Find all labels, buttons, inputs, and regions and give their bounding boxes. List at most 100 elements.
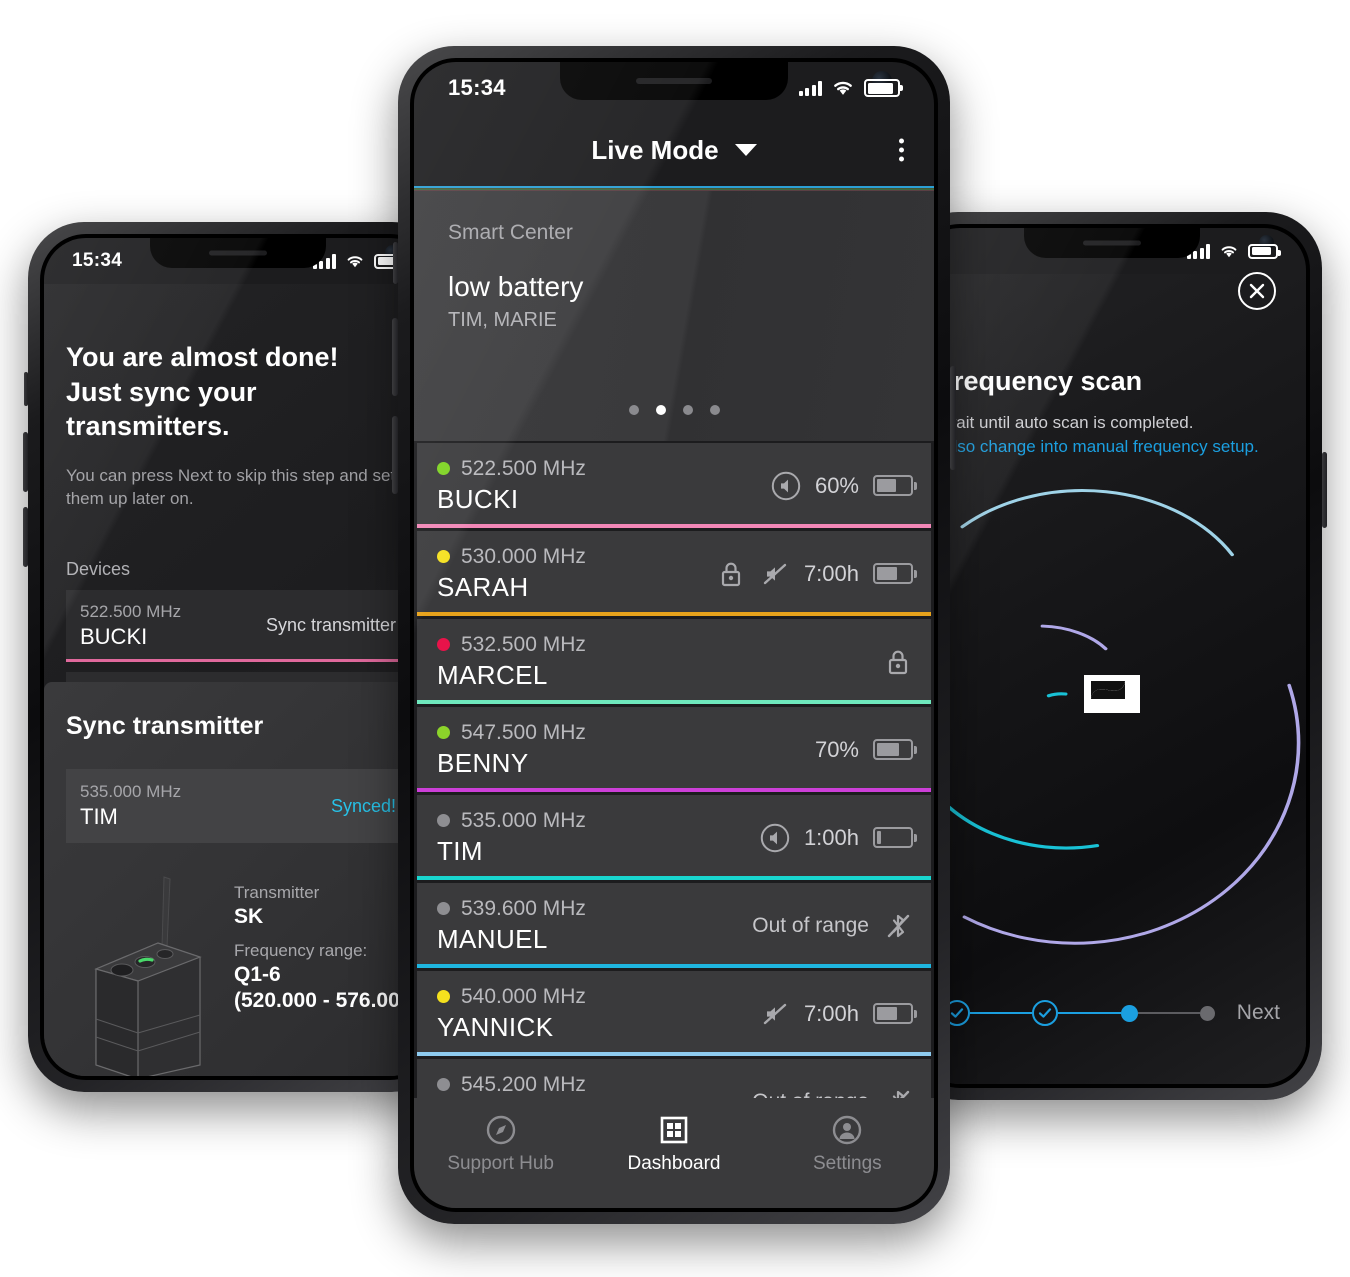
left-heading-line1: You are almost done!	[66, 342, 339, 372]
device-frequency-line: 545.200 MHz	[437, 1073, 752, 1097]
bluetooth-off-icon[interactable]	[883, 911, 913, 941]
left-heading-line2: Just sync your transmitters.	[66, 376, 257, 442]
status-dot-icon	[437, 902, 450, 915]
sheet-synced-label: Synced!	[330, 795, 396, 816]
device-row[interactable]: 539.600 MHz MANUEL Out of range	[417, 883, 931, 968]
device-identity: 539.600 MHz MANUEL	[437, 897, 752, 955]
next-button[interactable]: Next	[1237, 1001, 1280, 1025]
device-row[interactable]: 535.000 MHz TIM 1:00h	[417, 795, 931, 880]
status-dot-icon	[437, 638, 450, 651]
device-row[interactable]: 532.500 MHz MARCEL	[417, 619, 931, 704]
sennheiser-logo	[1084, 675, 1140, 713]
device-name: YANNICK	[437, 1011, 554, 1042]
device-frequency: 545.200 MHz	[461, 1072, 586, 1096]
page-dot-active[interactable]	[655, 405, 666, 415]
device-row[interactable]: 522.500 MHz BUCKI 60%	[417, 443, 931, 528]
mute-icon[interactable]	[760, 999, 790, 1029]
device-status-group: 1:00h	[760, 823, 917, 853]
battery-icon	[873, 475, 917, 496]
lock-icon[interactable]	[716, 559, 746, 589]
tab-support-hub[interactable]: Support Hub	[414, 1114, 587, 1175]
left-device-row-0[interactable]: 522.500 MHz BUCKI Sync transmitter	[66, 589, 410, 662]
device-identity: 532.500 MHz MARCEL	[437, 633, 883, 691]
left-device-name: BUCKI	[80, 623, 148, 649]
volume-icon[interactable]	[760, 823, 790, 853]
device-frequency-line: 522.500 MHz	[437, 457, 771, 481]
device-row[interactable]: 545.200 MHzANDREOut of range	[417, 1059, 931, 1098]
left-status-time: 15:34	[72, 250, 123, 271]
step-pending-4[interactable]	[1199, 1005, 1215, 1021]
device-identity: 535.000 MHz TIM	[437, 809, 760, 867]
right-heading: frequency scan	[944, 366, 1143, 396]
device-status-group: 7:00h	[760, 999, 917, 1029]
center-status-time: 15:34	[448, 75, 506, 100]
battery-level-text: 70%	[814, 736, 859, 762]
center-phone-volume-up	[392, 318, 398, 396]
battery-icon	[873, 827, 917, 848]
device-accent-bar	[417, 964, 931, 968]
smart-center-card[interactable]: Smart Center low battery TIM, MARIE	[414, 191, 934, 441]
left-phone-screen: You are almost done! Just sync your tran…	[44, 284, 432, 1076]
battery-icon	[1248, 243, 1281, 259]
device-frequency-line: 530.000 MHz	[437, 545, 716, 569]
device-name: BUCKI	[437, 483, 519, 514]
left-phone-mute-switch	[24, 372, 28, 406]
lock-icon[interactable]	[883, 647, 913, 677]
center-phone-device: Live Mode Smart Center low battery TIM, …	[392, 46, 956, 1224]
status-dot-icon	[437, 726, 450, 739]
app-mode-title[interactable]: Live Mode	[591, 135, 718, 166]
device-frequency-line: 532.500 MHz	[437, 633, 883, 657]
frequency-scan-animation	[918, 424, 1306, 964]
left-phone-volume-down	[23, 507, 28, 567]
device-frequency: 532.500 MHz	[461, 632, 586, 656]
device-name: TIM	[437, 835, 483, 866]
device-frequency: 540.000 MHz	[461, 984, 586, 1008]
battery-level-text: 7:00h	[803, 560, 859, 586]
volume-icon[interactable]	[771, 471, 801, 501]
device-identity: 540.000 MHz YANNICK	[437, 985, 760, 1043]
center-phone-mute-switch	[393, 242, 398, 284]
left-device-action[interactable]: Sync transmitter	[266, 615, 396, 636]
device-row[interactable]: 530.000 MHz SARAH 7:00h	[417, 531, 931, 616]
tab-settings[interactable]: Settings	[761, 1114, 934, 1175]
account-icon	[831, 1114, 863, 1146]
page-dot[interactable]	[709, 405, 720, 415]
kebab-menu-icon[interactable]	[899, 138, 904, 162]
sheet-device-row[interactable]: 535.000 MHz TIM Synced!	[66, 769, 410, 843]
multicolor-divider	[414, 186, 934, 191]
compass-icon	[485, 1114, 517, 1146]
left-phone-device: You are almost done! Just sync your tran…	[23, 222, 448, 1092]
status-dot-icon	[437, 462, 450, 475]
mute-icon[interactable]	[760, 559, 790, 589]
device-identity: 547.500 MHz BENNY	[437, 721, 815, 779]
center-phone-volume-down	[392, 416, 398, 494]
device-row[interactable]: 540.000 MHz YANNICK 7:00h	[417, 971, 931, 1056]
bluetooth-off-icon[interactable]	[883, 1087, 913, 1098]
page-dot[interactable]	[628, 405, 639, 415]
app-bar: Live Mode	[414, 114, 934, 186]
device-list[interactable]: 522.500 MHz BUCKI 60% 530.000 MHz SARAH 7:00h…	[414, 443, 934, 1098]
step-completed-2[interactable]	[1032, 1000, 1059, 1026]
device-frequency-line: 547.500 MHz	[437, 721, 815, 745]
screenshot-stage: You are almost done! Just sync your tran…	[0, 0, 1350, 1277]
device-row[interactable]: 547.500 MHz BENNY 70%	[417, 707, 931, 792]
tab-label: Dashboard	[627, 1153, 721, 1174]
device-frequency-line: 535.000 MHz	[437, 809, 760, 833]
tab-label: Settings	[812, 1153, 882, 1174]
left-phone-volume-up	[23, 432, 28, 492]
device-frequency-line: 539.600 MHz	[437, 897, 752, 921]
status-dot-icon	[437, 814, 450, 827]
right-phone-device: frequency scan wait until auto scan is c…	[902, 212, 1327, 1100]
stepper-segment-3	[1137, 1011, 1200, 1015]
right-phone-screen: frequency scan wait until auto scan is c…	[918, 274, 1306, 1084]
setup-progress-stepper: Next	[918, 988, 1306, 1038]
page-dot[interactable]	[682, 405, 693, 415]
chevron-down-icon[interactable]	[734, 144, 757, 156]
step-current-3[interactable]	[1120, 1004, 1138, 1022]
device-name: BENNY	[437, 747, 529, 778]
close-icon[interactable]	[1238, 272, 1276, 310]
device-status-group: 60%	[771, 471, 917, 501]
device-accent-bar	[417, 612, 931, 616]
device-status-group	[883, 647, 913, 677]
tab-dashboard[interactable]: Dashboard	[587, 1114, 760, 1175]
